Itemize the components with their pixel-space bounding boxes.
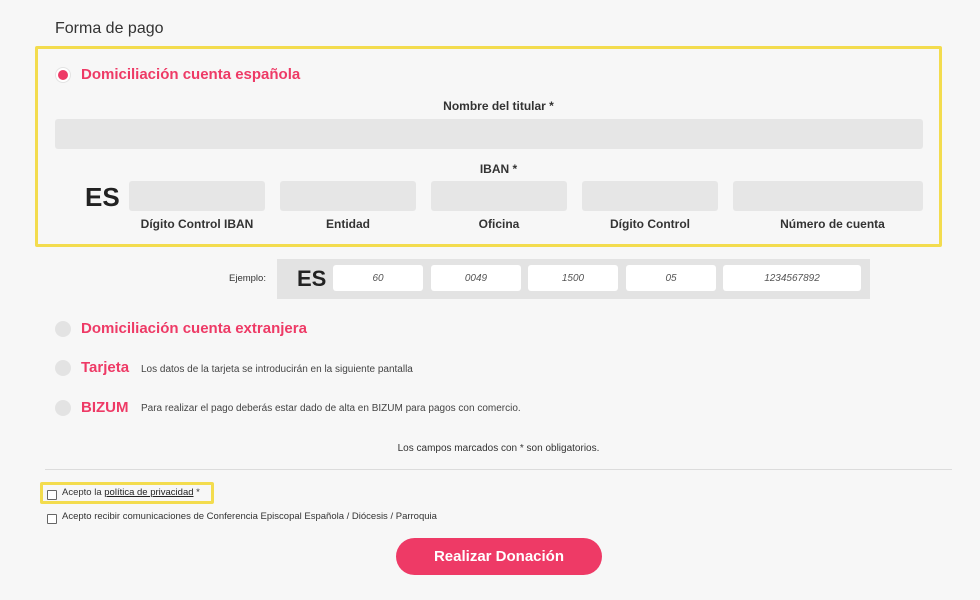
holder-input[interactable] (55, 119, 923, 149)
entity-label: Entidad (326, 217, 370, 231)
holder-label: Nombre del titular * (443, 99, 554, 113)
privacy-checkbox[interactable] (47, 490, 57, 500)
office-label: Oficina (478, 217, 520, 231)
option-domestic-label[interactable]: Domiciliación cuenta española (81, 66, 300, 83)
example-bar: ES 60 0049 1500 05 1234567892 (277, 259, 870, 299)
divider (45, 469, 952, 470)
radio-checked-icon (55, 67, 71, 83)
account-number-input[interactable] (733, 181, 923, 211)
section-title: Forma de pago (55, 20, 164, 37)
radio-card[interactable] (55, 360, 71, 381)
privacy-consent-text: Acepto la política de privacidad * (62, 487, 200, 498)
example-iban-control: 60 (333, 265, 423, 291)
radio-bizum[interactable] (55, 400, 71, 421)
option-card-desc: Los datos de la tarjeta se introducirán … (141, 364, 413, 375)
control-digit-input[interactable] (582, 181, 718, 211)
option-bizum-label[interactable]: BIZUM (81, 399, 129, 416)
example-country-code: ES (297, 266, 327, 291)
privacy-prefix: Acepto la (62, 487, 102, 498)
radio-foreign[interactable] (55, 321, 71, 342)
iban-label: IBAN * (479, 162, 518, 176)
example-control-digit: 05 (626, 265, 716, 291)
radio-unchecked-icon (55, 360, 71, 376)
example-account-number: 1234567892 (723, 265, 861, 291)
communications-checkbox[interactable] (47, 514, 57, 524)
radio-unchecked-icon (55, 321, 71, 337)
account-number-label: Número de cuenta (780, 217, 885, 231)
option-card-label[interactable]: Tarjeta (81, 359, 129, 376)
donate-button[interactable]: Realizar Donación (396, 538, 602, 575)
required-note: Los campos marcados con * son obligatori… (397, 443, 600, 454)
communications-consent-text: Acepto recibir comunicaciones de Confere… (62, 511, 437, 522)
iban-control-label: Dígito Control IBAN (140, 217, 254, 231)
privacy-required-mark: * (196, 487, 200, 498)
radio-unchecked-icon (55, 400, 71, 416)
iban-control-input[interactable] (129, 181, 265, 211)
privacy-policy-link[interactable]: política de privacidad (104, 487, 193, 498)
option-bizum-desc: Para realizar el pago deberás estar dado… (141, 403, 521, 414)
example-label: Ejemplo: (229, 273, 266, 284)
iban-country-code: ES (85, 182, 120, 212)
entity-input[interactable] (280, 181, 416, 211)
office-input[interactable] (431, 181, 567, 211)
radio-domestic[interactable] (55, 67, 71, 83)
option-foreign-label[interactable]: Domiciliación cuenta extranjera (81, 320, 307, 337)
control-digit-label: Dígito Control (610, 217, 690, 231)
example-office: 1500 (528, 265, 618, 291)
example-entity: 0049 (431, 265, 521, 291)
